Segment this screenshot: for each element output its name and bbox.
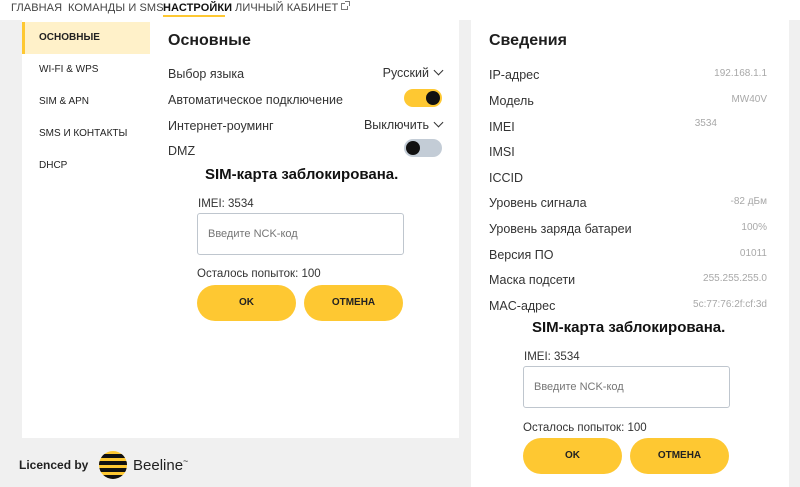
nck-code-input[interactable] (197, 213, 404, 255)
dmz-toggle[interactable] (404, 139, 442, 157)
info-value-battery: 100% (741, 222, 767, 233)
chevron-down-icon (433, 117, 444, 128)
info-value-firmware: 01011 (739, 248, 767, 259)
nav-item-commands-sms[interactable]: КОМАНДЫ И SMS (68, 2, 164, 14)
chevron-down-icon (433, 65, 444, 76)
nav-active-indicator (163, 15, 225, 17)
info-value-ip: 192.168.1.1 (714, 68, 767, 79)
attempts-remaining: Осталось попыток: 100 (197, 268, 321, 280)
autoconnect-toggle[interactable] (404, 89, 442, 107)
imei-label: IMEI: 3534 (198, 198, 254, 210)
logo-stripe (99, 454, 127, 458)
cancel-button[interactable]: ОТМЕНА (304, 285, 403, 321)
info-label-ip: IP-адрес (489, 68, 540, 82)
ok-button[interactable]: OK (197, 285, 296, 321)
attempts-remaining: Осталось попыток: 100 (523, 422, 647, 434)
beeline-logo-icon (99, 451, 127, 479)
sidebar-item-sms-contacts[interactable]: SMS И КОНТАКТЫ (22, 118, 150, 150)
info-label-signal: Уровень сигнала (489, 196, 587, 210)
sim-locked-title: SIM-карта заблокирована. (205, 166, 399, 183)
info-section-title: Сведения (489, 32, 567, 49)
brand-name-text: Beeline (133, 457, 184, 474)
logo-stripe (99, 468, 127, 472)
licenced-by-label: Licenced by (19, 458, 89, 472)
external-link-icon (341, 1, 351, 10)
info-value-model: MW40V (731, 94, 767, 105)
autoconnect-label: Автоматическое подключение (168, 93, 343, 107)
sidebar-item-basic[interactable]: ОСНОВНЫЕ (22, 22, 150, 54)
cancel-button[interactable]: ОТМЕНА (630, 438, 729, 474)
language-select-value: Русский (382, 66, 429, 80)
info-value-mac: 5c:77:76:2f:cf:3d (693, 299, 767, 310)
toggle-knob (426, 91, 440, 105)
dmz-label: DMZ (168, 144, 196, 158)
logo-stripe (99, 461, 127, 465)
info-value-imei: 3534 (694, 118, 717, 129)
info-label-imei: IMEI (489, 120, 515, 134)
roaming-select[interactable]: Выключить (363, 117, 444, 132)
info-label-iccid: ICCID (489, 171, 524, 185)
top-navigation: ГЛАВНАЯ КОМАНДЫ И SMS НАСТРОЙКИ ЛИЧНЫЙ К… (0, 0, 800, 20)
language-select[interactable]: Русский (382, 65, 444, 80)
info-value-subnet: 255.255.255.0 (703, 273, 767, 284)
toggle-knob (406, 141, 420, 155)
nck-code-input[interactable] (523, 366, 730, 408)
brand-name: Beeline~ (133, 456, 188, 474)
language-label: Выбор языка (168, 67, 245, 81)
sidebar-item-wifi-wps[interactable]: WI-FI & WPS (22, 54, 150, 86)
info-label-battery: Уровень заряда батареи (489, 222, 632, 236)
logo-stripe (99, 475, 127, 479)
sidebar-item-sim-apn[interactable]: SIM & APN (22, 86, 150, 118)
ok-button[interactable]: OK (523, 438, 622, 474)
info-label-imsi: IMSI (489, 145, 515, 159)
nav-item-settings[interactable]: НАСТРОЙКИ (163, 2, 232, 14)
sim-locked-title: SIM-карта заблокирована. (532, 319, 726, 336)
imei-label: IMEI: 3534 (524, 351, 580, 363)
roaming-label: Интернет-роуминг (168, 119, 274, 133)
info-label-subnet: Маска подсети (489, 273, 576, 287)
info-panel: Сведения IP-адрес 192.168.1.1 Модель MW4… (471, 20, 789, 487)
info-label-model: Модель (489, 94, 534, 108)
nav-item-personal-account-label: ЛИЧНЫЙ КАБИНЕТ (235, 2, 339, 14)
nav-item-home[interactable]: ГЛАВНАЯ (11, 2, 62, 14)
settings-sidebar: ОСНОВНЫЕ WI-FI & WPS SIM & APN SMS И КОН… (22, 20, 150, 438)
sidebar-item-dhcp[interactable]: DHCP (22, 150, 150, 182)
brand-mark: ~ (183, 456, 189, 466)
info-label-mac: MAC-адрес (489, 299, 556, 313)
info-value-signal: -82 дБм (730, 196, 767, 207)
settings-panel: ОСНОВНЫЕ WI-FI & WPS SIM & APN SMS И КОН… (22, 20, 459, 438)
roaming-select-value: Выключить (363, 118, 429, 132)
nav-item-personal-account[interactable]: ЛИЧНЫЙ КАБИНЕТ (235, 1, 351, 14)
basic-section-title: Основные (168, 32, 251, 49)
info-label-firmware: Версия ПО (489, 248, 554, 262)
